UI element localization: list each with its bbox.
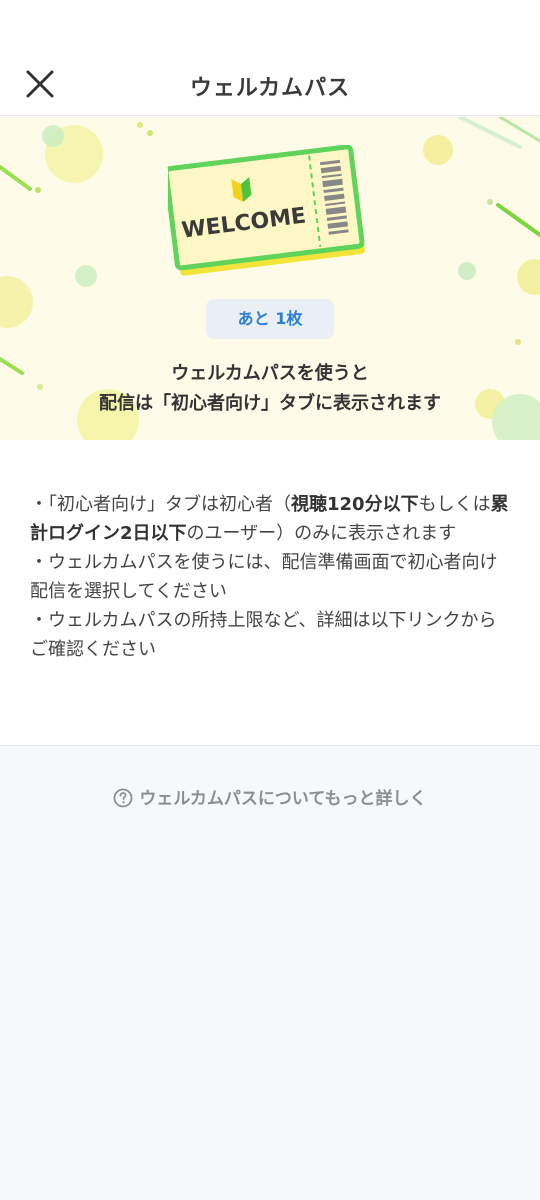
- welcome-ticket: WELCOME: [168, 145, 365, 276]
- hero-banner: WELCOME あと 1枚 ウェルカムパスを使うと 配信は「初心者向け」タブに表…: [0, 117, 540, 440]
- hero-description-line1: ウェルカムパスを使うと: [171, 363, 369, 384]
- header: ウェルカムパス: [0, 0, 540, 116]
- hero-description-line2: 配信は「初心者向け」タブに表示されます: [99, 393, 441, 414]
- info-section: ・「初心者向け」タブは初心者（視聴120分以下もしくは累計ログイン2日以下のユー…: [0, 440, 540, 746]
- remaining-count-badge: あと 1枚: [206, 299, 334, 339]
- info-item-details: ・ウェルカムパスの所持上限など、詳細は以下リンクからご確認ください: [30, 610, 497, 660]
- more-info-label: ウェルカムパスについてもっと詳しく: [139, 789, 427, 809]
- page-title: ウェルカムパス: [189, 76, 351, 101]
- info-text: ・「初心者向け」タブは初心者（視聴120分以下もしくは累計ログイン2日以下のユー…: [30, 490, 514, 664]
- question-circle-icon: [114, 788, 133, 808]
- more-info-link[interactable]: ウェルカムパスについてもっと詳しく: [0, 784, 540, 809]
- info-item-usage: ・ウェルカムパスを使うには、配信準備画面で初心者向け配信を選択してください: [30, 552, 498, 602]
- info-item-tab: ・「初心者向け」タブは初心者（視聴120分以下もしくは累計ログイン2日以下のユー…: [30, 494, 509, 544]
